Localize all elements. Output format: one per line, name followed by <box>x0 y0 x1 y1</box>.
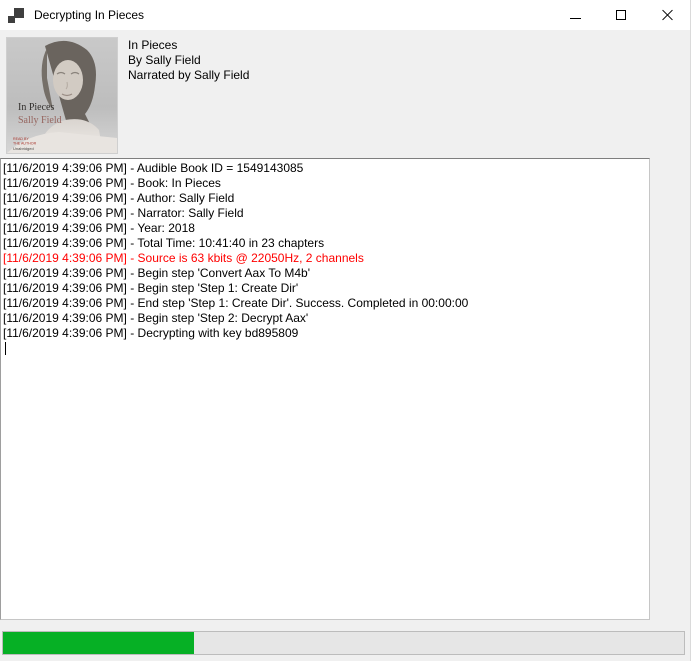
close-icon <box>661 9 673 21</box>
minimize-icon <box>570 18 581 19</box>
close-button[interactable] <box>644 0 690 30</box>
progress-bar <box>2 631 685 655</box>
log-line: [11/6/2019 4:39:06 PM] - End step 'Step … <box>3 296 647 311</box>
log-line: [11/6/2019 4:39:06 PM] - Audible Book ID… <box>3 161 647 176</box>
log-line: [11/6/2019 4:39:06 PM] - Book: In Pieces <box>3 176 647 191</box>
book-narrator: Narrated by Sally Field <box>128 68 249 83</box>
maximize-icon <box>616 10 626 20</box>
cover-readby-line2: THE AUTHOR <box>13 142 37 146</box>
log-line-error: [11/6/2019 4:39:06 PM] - Source is 63 kb… <box>3 251 647 266</box>
log-line: [11/6/2019 4:39:06 PM] - Decrypting with… <box>3 326 647 341</box>
book-title: In Pieces <box>128 38 249 53</box>
log-line: [11/6/2019 4:39:06 PM] - Total Time: 10:… <box>3 236 647 251</box>
log-textbox[interactable]: [11/6/2019 4:39:06 PM] - Audible Book ID… <box>0 158 650 620</box>
cover-title-text: In Pieces <box>18 102 54 113</box>
log-line: [11/6/2019 4:39:06 PM] - Begin step 'Ste… <box>3 311 647 326</box>
titlebar[interactable]: Decrypting In Pieces <box>0 0 690 30</box>
cover-edition-text: Unabridged <box>13 146 34 151</box>
cover-readby-line1: READ BY <box>13 137 29 141</box>
log-line: [11/6/2019 4:39:06 PM] - Begin step 'Con… <box>3 266 647 281</box>
progress-bar-fill <box>3 632 194 654</box>
book-cover-image: In Pieces Sally Field READ BY THE AUTHOR… <box>7 38 117 153</box>
cover-author-text: Sally Field <box>18 115 62 126</box>
book-info: In Pieces By Sally Field Narrated by Sal… <box>128 38 249 83</box>
maximize-button[interactable] <box>598 0 644 30</box>
book-author: By Sally Field <box>128 53 249 68</box>
log-line: [11/6/2019 4:39:06 PM] - Year: 2018 <box>3 221 647 236</box>
log-line: [11/6/2019 4:39:06 PM] - Author: Sally F… <box>3 191 647 206</box>
log-line: [11/6/2019 4:39:06 PM] - Narrator: Sally… <box>3 206 647 221</box>
app-squares-icon <box>8 8 24 23</box>
text-caret <box>5 342 6 355</box>
minimize-button[interactable] <box>552 0 598 30</box>
log-line: [11/6/2019 4:39:06 PM] - Begin step 'Ste… <box>3 281 647 296</box>
window-title: Decrypting In Pieces <box>34 8 144 22</box>
app-window: Decrypting In Pieces <box>0 0 691 661</box>
